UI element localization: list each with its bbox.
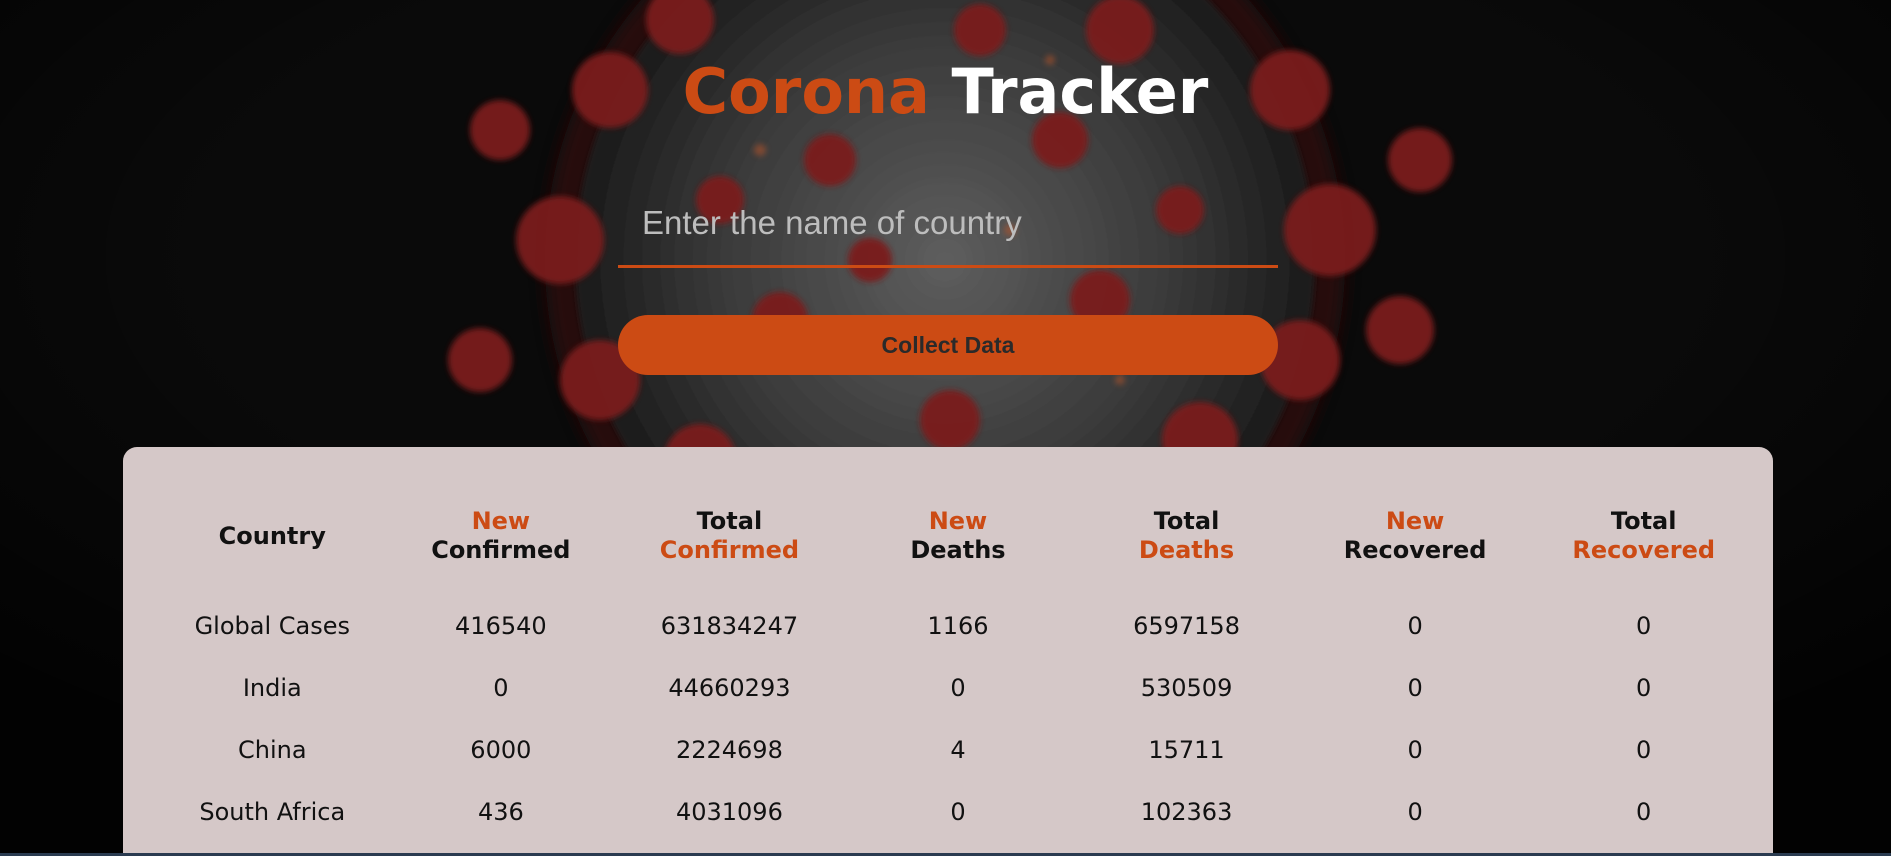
- cell-total-deaths: 102363: [1140, 798, 1233, 826]
- cell-total-recovered: 0: [1636, 612, 1652, 640]
- column-header-new-recovered: New Recovered: [1301, 507, 1530, 595]
- cell-country: Global Cases: [194, 612, 350, 640]
- table-row: South Africa 436 4031096 0 102363 0 0: [158, 781, 1758, 843]
- cell-total-confirmed: 4031096: [675, 798, 783, 826]
- cell-new-recovered: 0: [1407, 674, 1423, 702]
- title-tracker: Tracker: [951, 55, 1209, 128]
- collect-data-button[interactable]: Collect Data: [618, 315, 1278, 375]
- covid-data-table: Country New Confirmed Total Confirmed Ne…: [158, 507, 1758, 843]
- cell-new-confirmed: 416540: [455, 612, 547, 640]
- table-row: India 0 44660293 0 530509 0 0: [158, 657, 1758, 719]
- column-header-total-recovered: Total Recovered: [1529, 507, 1758, 595]
- column-header-line2: Deaths: [1138, 536, 1235, 564]
- column-header-line1: Total: [696, 507, 763, 535]
- title-corona: Corona: [682, 55, 930, 128]
- table-row: China 6000 2224698 4 15711 0 0: [158, 719, 1758, 781]
- cell-total-recovered: 0: [1636, 736, 1652, 764]
- cell-total-deaths: 530509: [1140, 674, 1233, 702]
- cell-new-confirmed: 6000: [470, 736, 532, 764]
- column-header-new-deaths: New Deaths: [844, 507, 1073, 595]
- cell-new-recovered: 0: [1407, 736, 1423, 764]
- cell-total-confirmed: 631834247: [660, 612, 799, 640]
- column-header-line1: Total: [1610, 507, 1677, 535]
- cell-country: China: [238, 736, 307, 764]
- page-title: Corona Tracker: [0, 55, 1891, 128]
- cell-country: South Africa: [199, 798, 346, 826]
- column-header-line1: New: [1385, 507, 1445, 535]
- column-header-line1: Total: [1153, 507, 1220, 535]
- column-header-line2: Confirmed: [659, 536, 800, 564]
- cell-total-deaths: 6597158: [1133, 612, 1240, 640]
- cell-new-deaths: 0: [950, 674, 966, 702]
- table-header-row: Country New Confirmed Total Confirmed Ne…: [158, 507, 1758, 595]
- cell-total-recovered: 0: [1636, 798, 1652, 826]
- column-header-line1: New: [471, 507, 531, 535]
- column-header-new-confirmed: New Confirmed: [387, 507, 616, 595]
- column-header-line2: Recovered: [1343, 536, 1487, 564]
- cell-total-deaths: 15711: [1148, 736, 1225, 764]
- cell-total-confirmed: 44660293: [668, 674, 791, 702]
- cell-new-deaths: 0: [950, 798, 966, 826]
- column-header-total-confirmed: Total Confirmed: [615, 507, 844, 595]
- column-header-label: Country: [218, 521, 326, 550]
- cell-new-confirmed: 0: [493, 674, 509, 702]
- column-header-line2: Deaths: [910, 536, 1006, 564]
- cell-new-recovered: 0: [1407, 612, 1423, 640]
- column-header-line1: New: [928, 507, 988, 535]
- data-panel: Country New Confirmed Total Confirmed Ne…: [123, 447, 1773, 856]
- cell-new-deaths: 4: [950, 736, 966, 764]
- table-row: Global Cases 416540 631834247 1166 65971…: [158, 595, 1758, 657]
- cell-total-confirmed: 2224698: [675, 736, 783, 764]
- cell-total-recovered: 0: [1636, 674, 1652, 702]
- search-field-container: [618, 188, 1278, 268]
- column-header-total-deaths: Total Deaths: [1072, 507, 1301, 595]
- column-header-line2: Confirmed: [431, 536, 571, 564]
- column-header-line2: Recovered: [1572, 536, 1716, 564]
- column-header-country: Country: [158, 507, 387, 595]
- cell-new-deaths: 1166: [927, 612, 989, 640]
- cell-country: India: [242, 674, 302, 702]
- cell-new-confirmed: 436: [477, 798, 524, 826]
- cell-new-recovered: 0: [1407, 798, 1423, 826]
- country-search-input[interactable]: [618, 188, 1278, 258]
- page: Corona Tracker Collect Data Country New …: [0, 0, 1891, 856]
